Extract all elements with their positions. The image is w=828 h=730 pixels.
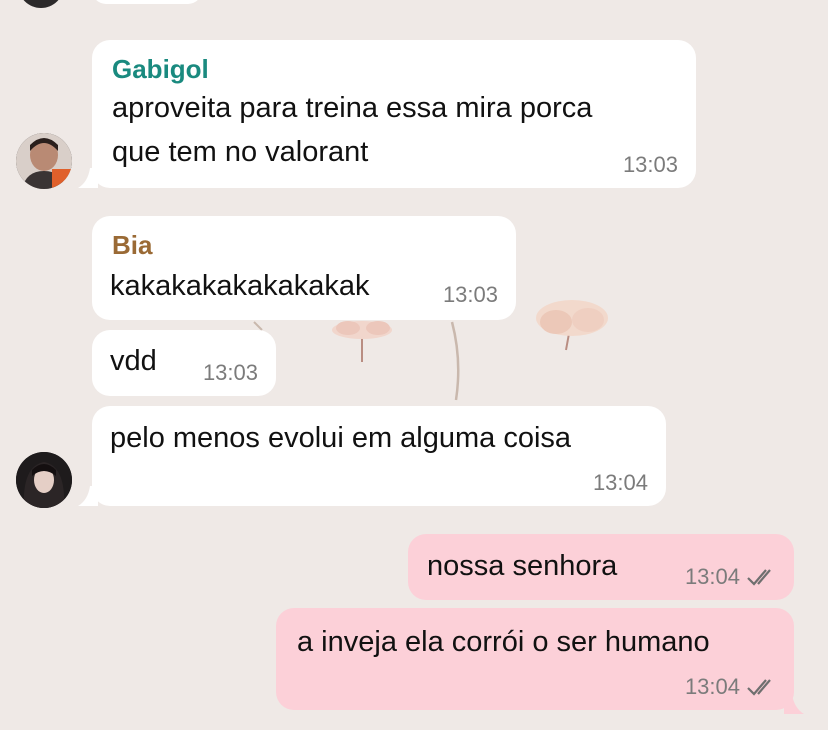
message-time: 13:04 xyxy=(684,564,740,589)
message-time: 13:03 xyxy=(202,360,258,385)
message-bubble[interactable]: Bia kakakakakakakakak 13:03 xyxy=(92,216,516,320)
message-time: 13:03 xyxy=(442,282,498,307)
bubble-tail xyxy=(784,694,804,714)
sender-name[interactable]: Bia xyxy=(112,228,498,262)
message-text-line: que tem no valorant xyxy=(112,136,369,168)
flower-decoration xyxy=(450,321,460,401)
message-time: 13:04 xyxy=(592,470,648,495)
avatar[interactable] xyxy=(16,133,72,189)
message-bubble[interactable]: nossa senhora 13:04 xyxy=(408,534,794,600)
double-check-icon xyxy=(747,679,771,696)
message-text: vdd xyxy=(110,345,157,377)
message-text: a inveja ela corrói o ser humano xyxy=(297,626,710,658)
message-text: pelo menos evolui em alguma coisa xyxy=(110,422,572,454)
bubble-tail xyxy=(78,486,98,506)
message-bubble[interactable]: a inveja ela corrói o ser humano 13:04 xyxy=(276,608,794,710)
user-photo-icon xyxy=(16,133,72,189)
message-time: 13:04 xyxy=(684,674,740,699)
double-check-icon xyxy=(747,569,771,586)
message-text: nossa senhora xyxy=(427,550,618,582)
flower-decoration xyxy=(332,321,392,362)
message-bubble[interactable]: Gabigol aproveita para treina essa mira … xyxy=(92,40,696,188)
flower-decoration xyxy=(536,300,608,351)
sender-name[interactable]: Gabigol xyxy=(112,52,678,86)
message-time: 13:03 xyxy=(622,152,678,177)
message-text: kakakakakakakakak xyxy=(110,270,370,302)
user-photo-icon xyxy=(16,452,72,508)
message-bubble[interactable]: vdd 13:03 xyxy=(92,330,276,396)
message-bubble[interactable]: pelo menos evolui em alguma coisa 13:04 xyxy=(92,406,666,506)
message-text-line: aproveita para treina essa mira porca xyxy=(112,92,593,124)
flower-decoration xyxy=(253,321,263,331)
avatar[interactable] xyxy=(16,452,72,508)
bubble-tail xyxy=(78,168,98,188)
previous-message-bubble xyxy=(92,0,202,4)
